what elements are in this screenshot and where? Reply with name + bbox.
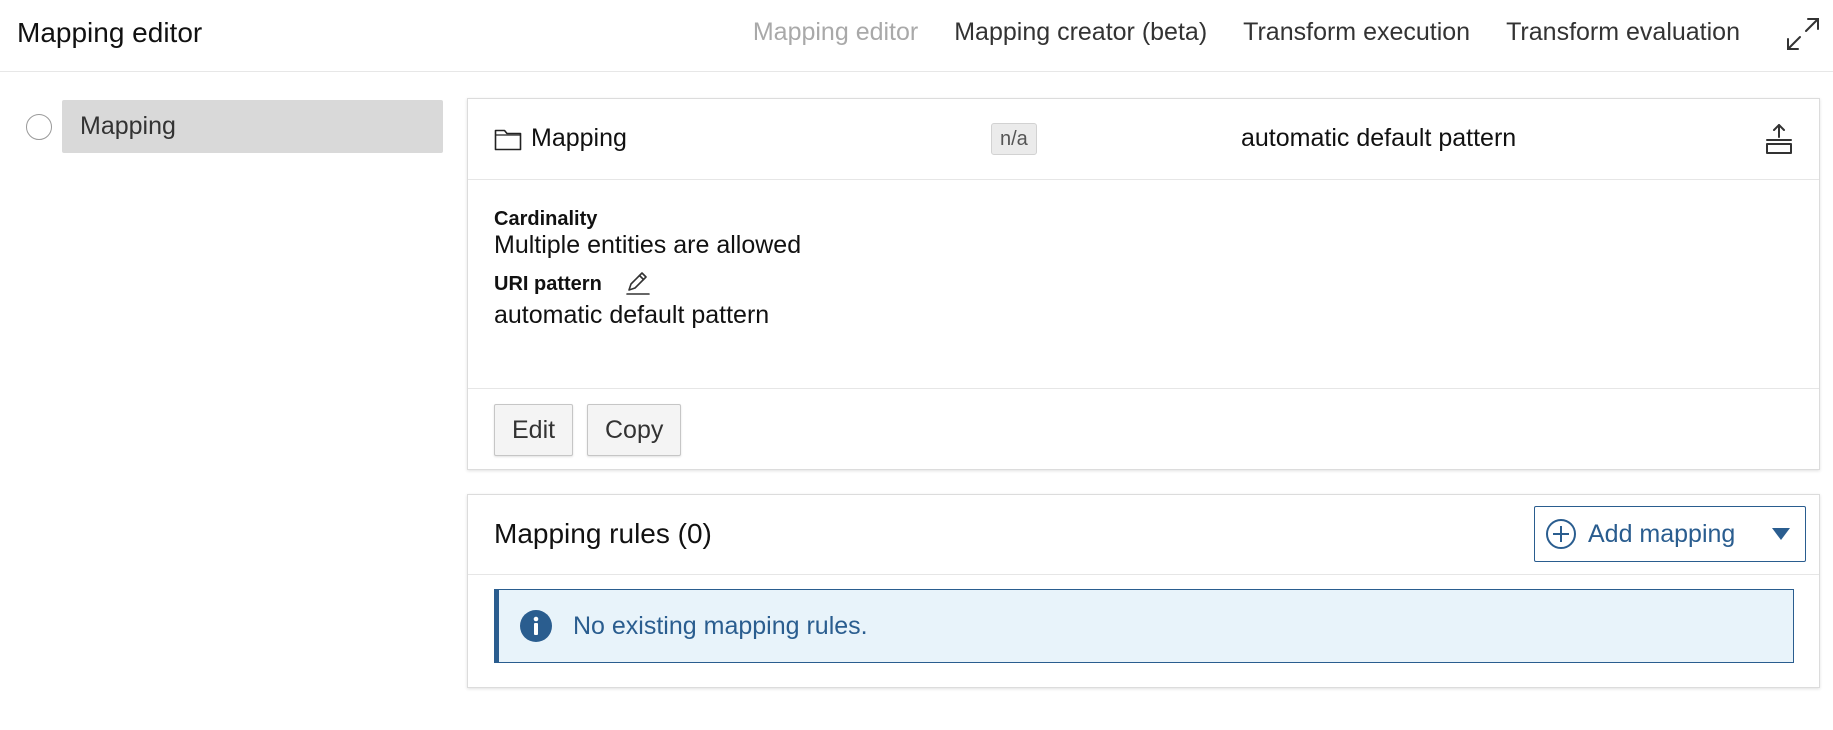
page-title: Mapping editor	[17, 17, 203, 48]
tree-node-radio[interactable]	[26, 113, 52, 140]
mapping-card-header[interactable]: Mapping n/a automatic default pattern	[468, 99, 1819, 180]
view-tabs: Mapping editor Mapping creator (beta) Tr…	[735, 14, 1758, 50]
collapse-icon[interactable]	[1763, 123, 1795, 155]
tab-transform-execution[interactable]: Transform execution	[1225, 14, 1488, 50]
caret-down-icon	[1772, 528, 1790, 540]
uri-pattern-value: automatic default pattern	[494, 301, 770, 329]
type-tag: n/a	[991, 123, 1037, 155]
tab-mapping-creator[interactable]: Mapping creator (beta)	[936, 14, 1225, 50]
cardinality-label: Cardinality	[494, 208, 598, 230]
info-icon	[520, 610, 552, 642]
mapping-label: Mapping	[531, 124, 627, 152]
mapping-rules-title: Mapping rules (0)	[494, 518, 712, 549]
tree-node-label[interactable]: Mapping	[62, 100, 443, 153]
mapping-card-actions: Edit Copy	[468, 389, 1819, 469]
edit-button[interactable]: Edit	[494, 404, 574, 456]
edit-pencil-icon[interactable]	[624, 269, 652, 297]
mapping-rules-card: Mapping rules (0) Add mapping No existin…	[467, 494, 1820, 688]
tree-node-mapping: Mapping	[26, 100, 443, 153]
add-mapping-label: Add mapping	[1588, 519, 1736, 548]
expand-arrows-icon[interactable]	[1783, 14, 1823, 54]
mapping-rules-header: Mapping rules (0) Add mapping	[468, 495, 1819, 575]
mapping-pattern-summary: automatic default pattern	[1241, 124, 1517, 152]
tab-mapping-editor[interactable]: Mapping editor	[735, 14, 936, 50]
app-header: Mapping editor Mapping editor Mapping cr…	[0, 0, 1833, 72]
tab-transform-evaluation[interactable]: Transform evaluation	[1488, 14, 1758, 50]
mapping-card-details: Cardinality Multiple entities are allowe…	[468, 180, 1819, 389]
folder-icon	[494, 129, 522, 151]
cardinality-value: Multiple entities are allowed	[494, 231, 802, 259]
add-mapping-button[interactable]: Add mapping	[1534, 506, 1806, 562]
notice-text: No existing mapping rules.	[573, 611, 868, 640]
no-rules-notice: No existing mapping rules.	[494, 589, 1794, 663]
plus-circle-icon	[1546, 519, 1576, 549]
mapping-card: Mapping n/a automatic default pattern Ca…	[467, 98, 1820, 470]
uri-pattern-label: URI pattern	[494, 273, 602, 295]
copy-button[interactable]: Copy	[587, 404, 682, 456]
